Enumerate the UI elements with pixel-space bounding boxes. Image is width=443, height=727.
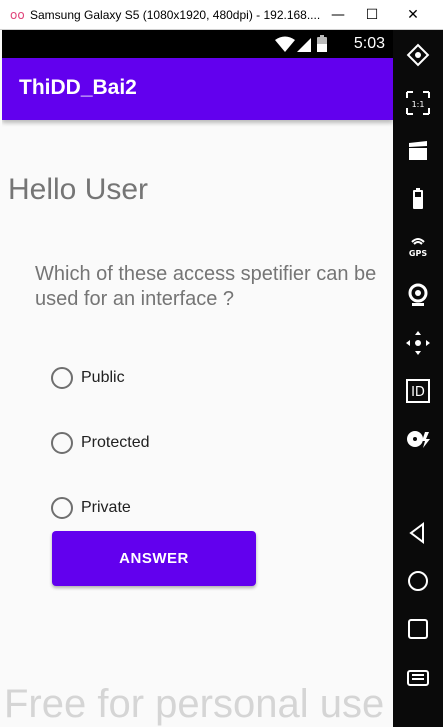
battery-icon[interactable] (393, 186, 443, 216)
radio-option-private[interactable]: Private (51, 496, 131, 520)
pixel-perfect-icon[interactable]: 1:1 (393, 90, 443, 120)
greeting-text: Hello User (8, 173, 149, 206)
status-icons (275, 35, 327, 52)
camera-icon[interactable] (393, 282, 443, 312)
svg-text:1:1: 1:1 (412, 100, 425, 109)
app-bar: ThiDD_Bai2 (2, 58, 393, 120)
status-bar: 5:03 (2, 30, 393, 58)
genymotion-logo-icon: oo (10, 8, 25, 22)
window-title: Samsung Galaxy S5 (1080x1920, 480dpi) - … (30, 8, 320, 22)
radio-option-public[interactable]: Public (51, 366, 125, 390)
back-icon[interactable] (393, 520, 443, 550)
window-titlebar: oo Samsung Galaxy S5 (1080x1920, 480dpi)… (0, 0, 443, 30)
radio-button-icon[interactable] (51, 432, 73, 454)
close-button[interactable]: ✕ (398, 4, 428, 26)
minimize-button[interactable]: — (323, 4, 353, 26)
menu-icon[interactable] (393, 666, 443, 696)
question-text: Which of these access spetifier can be u… (35, 263, 377, 310)
maximize-button[interactable]: ☐ (357, 4, 387, 26)
wifi-icon (275, 36, 295, 52)
identifiers-icon[interactable]: ID (393, 378, 443, 408)
status-time: 5:03 (353, 35, 385, 52)
radio-option-protected[interactable]: Protected (51, 431, 149, 455)
radio-label[interactable]: Public (81, 369, 125, 387)
home-icon[interactable] (393, 568, 443, 598)
gps-icon[interactable]: GPS (393, 234, 443, 264)
emulator-side-panel: 1:1 GPS ID (393, 30, 443, 727)
answer-button[interactable]: ANSWER (52, 531, 256, 586)
rotate-icon[interactable] (393, 42, 443, 72)
radio-label[interactable]: Private (81, 499, 131, 517)
signal-icon (297, 38, 311, 52)
device-screen: 5:03 ThiDD_Bai2 Hello User Which of thes… (2, 30, 393, 727)
screencast-icon[interactable] (393, 138, 443, 168)
recent-apps-icon[interactable] (393, 616, 443, 646)
watermark-text: Free for personal use (4, 682, 385, 726)
radio-button-icon[interactable] (51, 367, 73, 389)
svg-text:ID: ID (411, 385, 425, 400)
battery-icon (317, 35, 327, 52)
radio-label[interactable]: Protected (81, 434, 149, 452)
disk-io-icon[interactable] (393, 426, 443, 456)
radio-button-icon[interactable] (51, 497, 73, 519)
svg-text:GPS: GPS (409, 249, 427, 258)
dpad-icon[interactable] (393, 330, 443, 360)
app-title: ThiDD_Bai2 (19, 76, 137, 99)
